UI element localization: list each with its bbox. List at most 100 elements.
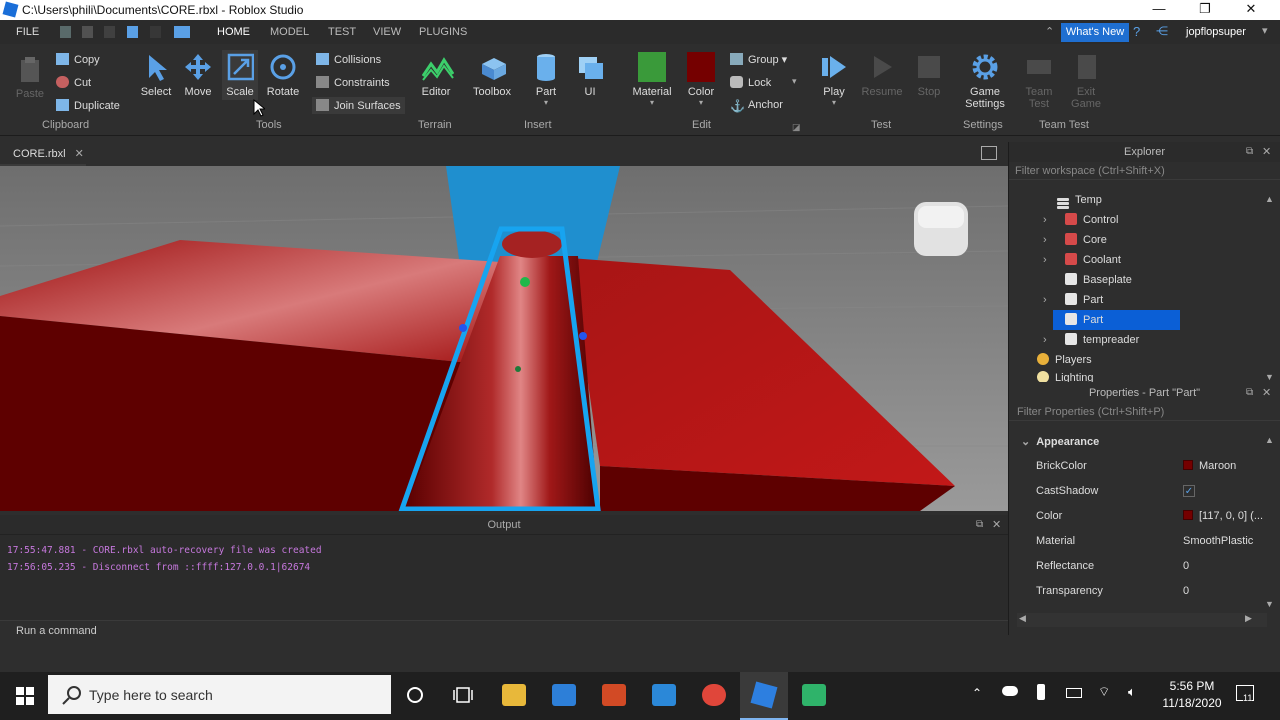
account-dropdown-icon[interactable]: ▾	[1262, 24, 1268, 37]
scene-render[interactable]	[0, 166, 1008, 511]
tree-item-baseplate[interactable]: Baseplate	[1065, 270, 1132, 290]
move-handle-blue-right[interactable]	[579, 332, 587, 340]
color-button[interactable]: Color ▾	[684, 52, 718, 107]
horizontal-scrollbar[interactable]: ◀ ▶	[1017, 613, 1267, 627]
property-row[interactable]: CastShadow ✓	[1009, 479, 1271, 504]
username-label[interactable]: jopflopsuper	[1186, 26, 1246, 38]
move-button[interactable]: Move	[182, 52, 214, 98]
property-row[interactable]: BrickColor Maroon	[1009, 454, 1271, 479]
cut-button[interactable]: Cut	[56, 76, 91, 89]
taskbar-search-box[interactable]: Type here to search	[48, 675, 391, 714]
task-view-icon[interactable]	[452, 685, 474, 705]
redo-icon[interactable]	[104, 26, 115, 38]
help-icon[interactable]: ?	[1133, 24, 1140, 39]
play-button[interactable]: Play ▾	[818, 52, 850, 107]
expand-arrow-icon[interactable]: ›	[1043, 330, 1047, 350]
taskbar-clock[interactable]: 5:56 PM 11/18/2020	[1152, 678, 1232, 712]
expand-arrow-icon[interactable]: ›	[1043, 210, 1047, 230]
property-row[interactable]: Material SmoothPlastic	[1009, 529, 1271, 554]
explorer-filter-input[interactable]: Filter workspace (Ctrl+Shift+X)	[1009, 162, 1280, 180]
property-value[interactable]: Maroon	[1199, 460, 1236, 472]
property-value[interactable]: [117, 0, 0] (...	[1199, 510, 1263, 522]
app-icon[interactable]	[802, 684, 826, 706]
view-cube-icon[interactable]	[914, 202, 968, 256]
resume-button[interactable]: Resume	[860, 52, 904, 98]
maximize-button[interactable]: ❐	[1182, 0, 1228, 20]
collapse-arrow-icon[interactable]: ⌄	[1021, 436, 1030, 448]
binoculars-icon[interactable]	[174, 26, 190, 38]
duplicate-button[interactable]: Duplicate	[56, 99, 120, 112]
castshadow-checkbox[interactable]: ✓	[1183, 485, 1195, 497]
tree-item-lighting[interactable]: Lighting	[1037, 368, 1094, 382]
windows-start-icon[interactable]	[16, 687, 34, 705]
close-button[interactable]: ✕	[1228, 0, 1274, 20]
explorer-dock-icon[interactable]: ⧉	[1246, 146, 1253, 157]
tree-item-tempreader[interactable]: › tempreader	[1043, 330, 1139, 350]
output-dock-icon[interactable]: ⧉	[976, 519, 983, 530]
toolbox-button[interactable]: Toolbox	[470, 52, 514, 98]
file-menu[interactable]: FILE	[16, 26, 39, 38]
file-explorer-icon[interactable]	[502, 684, 526, 706]
onedrive-icon[interactable]	[1002, 686, 1018, 696]
props-scroll-up-icon[interactable]: ▲	[1265, 435, 1274, 445]
new-file-icon[interactable]	[60, 26, 71, 38]
properties-close-icon[interactable]: ✕	[1262, 386, 1271, 399]
tree-item-part-selected[interactable]: Part	[1053, 310, 1180, 330]
team-test-button[interactable]: Team Test	[1022, 52, 1056, 110]
move-handle-green-bottom[interactable]	[515, 366, 521, 372]
whats-new-button[interactable]: What's New	[1061, 23, 1129, 42]
tree-item-players[interactable]: Players	[1037, 350, 1092, 370]
tab-plugins[interactable]: PLUGINS	[419, 26, 467, 38]
material-dropdown-icon[interactable]: ▾	[630, 98, 674, 107]
part-button[interactable]: Part ▾	[530, 52, 562, 107]
anchor-button[interactable]: ⚓ Anchor	[730, 99, 783, 112]
properties-filter-input[interactable]: Filter Properties (Ctrl+Shift+P)	[1009, 403, 1280, 421]
tab-test[interactable]: TEST	[328, 26, 356, 38]
undo-icon[interactable]	[82, 26, 93, 38]
property-value[interactable]: 0	[1183, 585, 1189, 597]
edit-expand-icon[interactable]: ◪	[792, 122, 801, 133]
store-icon[interactable]	[552, 684, 576, 706]
property-row[interactable]: Reflectance 0	[1009, 554, 1271, 579]
move-handle-green[interactable]	[520, 277, 530, 287]
output-close-icon[interactable]: ✕	[992, 518, 1001, 531]
expand-arrow-icon[interactable]: ›	[1043, 290, 1047, 310]
office-icon[interactable]	[602, 684, 626, 706]
tree-item-coolant[interactable]: › Coolant	[1043, 250, 1121, 270]
group-button[interactable]: Group ▾	[730, 53, 787, 66]
material-button[interactable]: Material ▾	[630, 52, 674, 107]
scroll-down-icon[interactable]: ▼	[1265, 372, 1274, 382]
constraints-toggle[interactable]: Constraints	[316, 76, 390, 89]
tab-close-icon[interactable]: ✕	[75, 148, 84, 160]
action-center-icon[interactable]: 11	[1236, 685, 1254, 703]
tab-core-rbxl[interactable]: CORE.rbxl ✕	[0, 142, 86, 166]
save-icon[interactable]	[150, 26, 161, 38]
game-settings-button[interactable]: Game Settings	[960, 52, 1010, 110]
properties-dock-icon[interactable]: ⧉	[1246, 387, 1253, 398]
tray-expand-icon[interactable]: ⌃	[972, 686, 982, 700]
wifi-icon[interactable]: ⌔	[1098, 684, 1110, 700]
copy-button[interactable]: Copy	[56, 53, 100, 66]
usb-icon[interactable]	[1037, 684, 1045, 700]
color-dropdown-icon[interactable]: ▾	[684, 98, 718, 107]
tab-model[interactable]: MODEL	[270, 26, 309, 38]
property-value[interactable]: 0	[1183, 560, 1189, 572]
paste-button[interactable]: Paste	[12, 54, 48, 100]
share-icon[interactable]: ⋲	[1156, 24, 1168, 38]
appearance-section[interactable]: ⌄ Appearance	[1021, 435, 1099, 448]
expand-arrow-icon[interactable]: ›	[1043, 250, 1047, 270]
tab-view[interactable]: VIEW	[373, 26, 401, 38]
tree-item-part[interactable]: › Part	[1043, 290, 1103, 310]
exit-game-button[interactable]: Exit Game	[1068, 52, 1104, 110]
props-scroll-down-icon[interactable]: ▼	[1265, 599, 1274, 609]
terrain-editor-button[interactable]: Editor	[416, 52, 456, 98]
join-surfaces-toggle[interactable]: Join Surfaces	[312, 97, 405, 114]
collapse-ribbon-icon[interactable]: ⌃	[1045, 25, 1054, 38]
command-bar[interactable]: Run a command	[0, 620, 1008, 642]
command-input[interactable]: Run a command	[16, 625, 97, 637]
lock-button[interactable]: Lock	[730, 76, 771, 89]
scroll-right-icon[interactable]: ▶	[1245, 613, 1252, 624]
part-dropdown-icon[interactable]: ▾	[530, 98, 562, 107]
minimize-button[interactable]: —	[1136, 0, 1182, 20]
roblox-studio-taskbar-button[interactable]	[740, 672, 788, 720]
